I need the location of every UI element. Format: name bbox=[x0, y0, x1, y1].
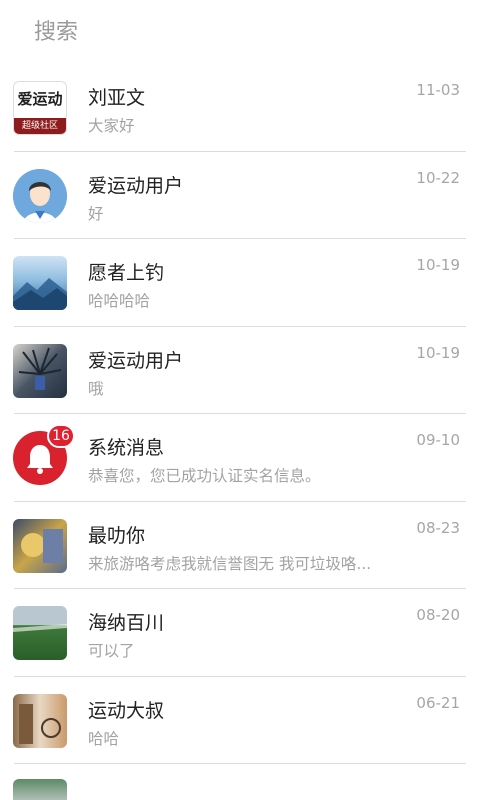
logo-subtext: 超级社区 bbox=[14, 118, 66, 134]
avatar bbox=[13, 779, 67, 800]
contact-name: 刘亚文 bbox=[88, 87, 146, 109]
message-date: 06-21 bbox=[416, 693, 460, 712]
list-item[interactable]: 爱运动 超级社区 刘亚文 大家好 11-03 bbox=[0, 64, 480, 152]
message-preview: 哈哈哈哈 bbox=[88, 292, 151, 310]
message-preview: 哈哈 bbox=[88, 729, 120, 748]
message-date: 08-20 bbox=[416, 606, 460, 624]
contact-name: 运动大叔 bbox=[88, 699, 165, 722]
contact-name: 最叻你 bbox=[88, 524, 146, 547]
message-preview: 好 bbox=[88, 204, 104, 223]
message-date: 10-22 bbox=[416, 168, 460, 187]
list-item[interactable]: 爱运动用户 好 10-22 bbox=[0, 152, 480, 240]
message-date: 08-23 bbox=[416, 518, 460, 537]
message-preview: 大家好 bbox=[88, 117, 135, 135]
message-date: 11-03 bbox=[416, 81, 460, 99]
list-item[interactable]: 16 系统消息 恭喜您，您已成功认证实名信息。 09-10 bbox=[0, 414, 480, 502]
message-list: 爱运动 超级社区 刘亚文 大家好 11-03 爱运动用户 好 10-22 愿者上… bbox=[0, 64, 480, 764]
list-item[interactable]: 运动大叔 哈哈 06-21 bbox=[0, 677, 480, 765]
avatar bbox=[13, 606, 67, 660]
contact-name: 海纳百川 bbox=[88, 612, 165, 634]
user-avatar-icon bbox=[13, 168, 67, 223]
message-preview: 可以了 bbox=[88, 642, 135, 660]
list-item[interactable]: 最叻你 来旅游咯考虑我就信誉图无 我可垃圾咯... 08-23 bbox=[0, 502, 480, 590]
avatar: 爱运动 超级社区 bbox=[13, 81, 67, 135]
list-item[interactable]: 海纳百川 可以了 08-20 bbox=[0, 589, 480, 677]
contact-name: 爱运动用户 bbox=[88, 174, 184, 197]
list-item[interactable]: 爱运动用户 哦 10-19 bbox=[0, 327, 480, 415]
unread-badge: 16 bbox=[47, 424, 75, 448]
avatar bbox=[13, 256, 67, 310]
message-preview: 来旅游咯考虑我就信誉图无 我可垃圾咯... bbox=[88, 554, 372, 573]
list-item[interactable]: 愿者上钓 哈哈哈哈 10-19 bbox=[0, 239, 480, 327]
avatar bbox=[13, 343, 67, 398]
contact-name: 愿者上钓 bbox=[88, 262, 165, 284]
message-date: 10-19 bbox=[416, 343, 460, 362]
avatar bbox=[13, 693, 67, 748]
message-date: 09-10 bbox=[416, 431, 460, 449]
message-preview: 恭喜您，您已成功认证实名信息。 bbox=[88, 467, 321, 485]
message-date: 10-19 bbox=[416, 256, 460, 274]
contact-name: 爱运动用户 bbox=[88, 349, 184, 372]
logo-text: 爱运动 bbox=[17, 90, 63, 108]
contact-name: 系统消息 bbox=[88, 437, 165, 459]
search-input[interactable]: 搜索 bbox=[34, 14, 78, 46]
message-preview: 哦 bbox=[88, 379, 104, 398]
avatar bbox=[13, 518, 67, 573]
search-bar[interactable]: 搜索 bbox=[0, 0, 480, 58]
